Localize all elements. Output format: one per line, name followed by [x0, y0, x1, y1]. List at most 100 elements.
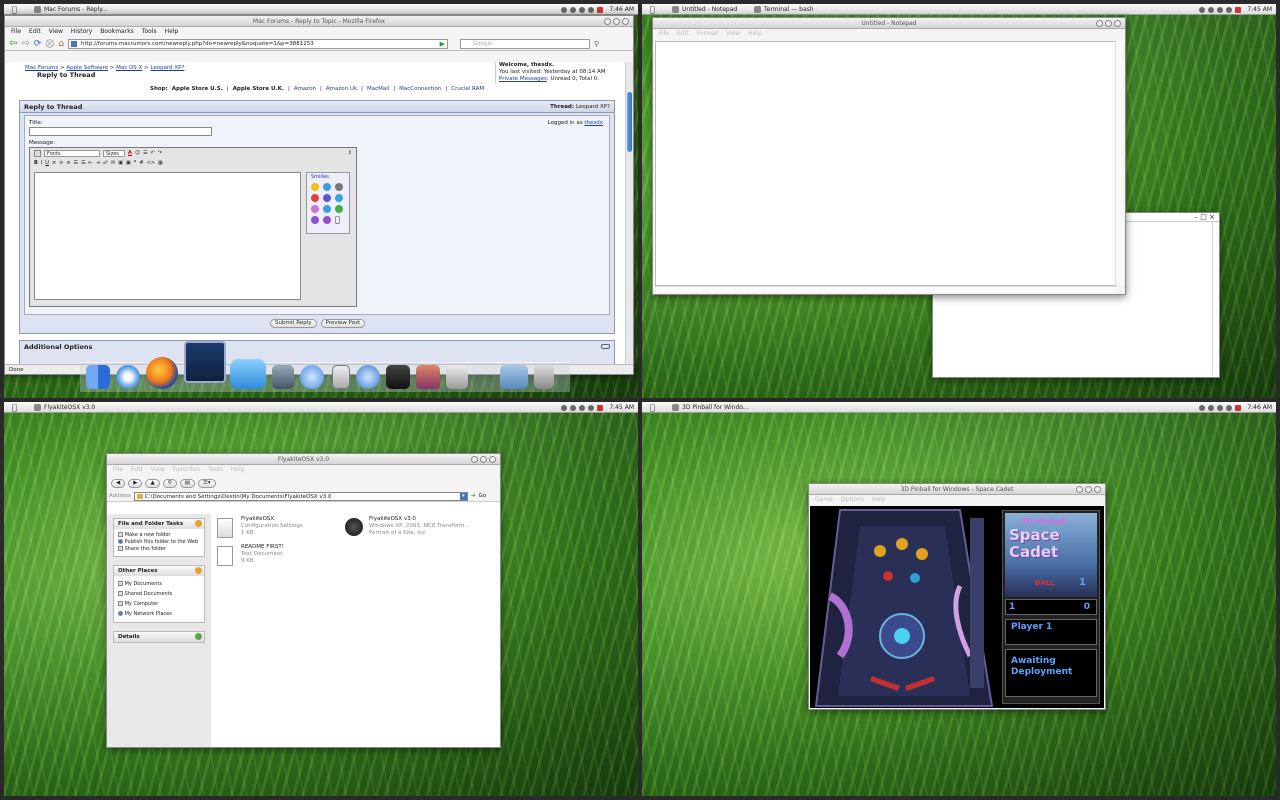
- smiley-icon[interactable]: [335, 205, 343, 213]
- notepad-titlebar[interactable]: Untitled - Notepad: [653, 18, 1125, 29]
- logged-in-user[interactable]: thesdx: [584, 120, 603, 126]
- views-button[interactable]: ☰▾: [197, 478, 216, 488]
- align-center-icon[interactable]: ≡: [59, 160, 63, 166]
- collapse-icon[interactable]: [601, 344, 610, 349]
- private-messages-link[interactable]: Private Messages: [499, 76, 547, 82]
- menu-game[interactable]: Game: [815, 495, 833, 505]
- shop-link-apple-uk[interactable]: Apple Store U.K.: [233, 86, 284, 92]
- minimize-button[interactable]: [471, 456, 478, 463]
- update-icon[interactable]: [570, 404, 577, 411]
- maximize-button[interactable]: □: [1200, 213, 1207, 221]
- close-button[interactable]: [1094, 486, 1101, 493]
- places-panel-header[interactable]: Other Places: [114, 566, 204, 576]
- network-icon[interactable]: [561, 404, 568, 411]
- menu-file[interactable]: File: [659, 29, 669, 39]
- alert-icon[interactable]: [597, 6, 604, 13]
- system-preferences-icon[interactable]: [446, 365, 468, 389]
- shop-link-amazon-uk[interactable]: Amazon Uk: [326, 86, 357, 92]
- pinball-game-area[interactable]: 3D Pinball Space Cadet BALL 1 1 0 Player…: [810, 506, 1104, 708]
- forward-button[interactable]: ▶: [128, 478, 143, 488]
- menu-view[interactable]: View: [151, 465, 165, 475]
- fonts-select[interactable]: Fonts: [44, 149, 100, 157]
- vertical-scrollbar[interactable]: [1115, 41, 1123, 286]
- close-button[interactable]: [489, 456, 496, 463]
- pinball-table[interactable]: [810, 506, 1000, 708]
- insert-icon[interactable]: ☰: [143, 150, 147, 156]
- explorer-titlebar[interactable]: FlyakiteOSX v3.0: [107, 454, 500, 465]
- scrollbar-thumb[interactable]: [627, 92, 632, 152]
- smiley-icon[interactable]: [311, 194, 319, 202]
- resize-icon[interactable]: ↕: [348, 150, 352, 156]
- task-publish-folder[interactable]: Publish this folder to the Web: [118, 539, 200, 546]
- place-my-documents[interactable]: My Documents: [118, 579, 200, 589]
- place-my-computer[interactable]: My Computer: [118, 599, 200, 609]
- breadcrumb-leopard-xp[interactable]: Leopard XP?: [150, 65, 184, 71]
- shop-link-macmall[interactable]: MacMall: [367, 86, 389, 92]
- quote-icon[interactable]: ❞: [134, 160, 137, 166]
- collapse-icon[interactable]: [195, 567, 202, 574]
- align-left-icon[interactable]: ≡: [52, 160, 56, 166]
- volume-icon[interactable]: [1217, 404, 1224, 411]
- volume-icon[interactable]: [579, 6, 586, 13]
- minimize-button[interactable]: –: [1195, 213, 1199, 221]
- redo-icon[interactable]: ↷: [158, 150, 162, 156]
- smiley-icon[interactable]: [323, 183, 331, 191]
- task-share-folder[interactable]: Share this folder: [118, 546, 200, 553]
- battery-icon[interactable]: [588, 404, 595, 411]
- smiley-menu-icon[interactable]: ☺: [135, 150, 140, 156]
- stop-icon[interactable]: ⨂: [45, 39, 54, 49]
- folders-button[interactable]: ▤: [179, 478, 195, 488]
- horizontal-scrollbar[interactable]: [655, 286, 1117, 292]
- network-icon[interactable]: [561, 6, 568, 13]
- smiley-icon[interactable]: [323, 216, 331, 224]
- taskbar-item-explorer[interactable]: FlyakiteOSX v3.0: [34, 403, 95, 412]
- imovie-icon[interactable]: [386, 365, 410, 389]
- menu-help[interactable]: Help: [872, 495, 886, 505]
- address-dropdown-icon[interactable]: ▾: [459, 492, 467, 500]
- finder-icon[interactable]: [86, 365, 110, 389]
- ichat-icon[interactable]: [300, 365, 324, 389]
- address-input[interactable]: C:\Documents and Settings\Destin\My Docu…: [133, 491, 468, 501]
- safari-icon[interactable]: [116, 365, 140, 389]
- go-arrow-icon[interactable]: ➜: [471, 493, 476, 499]
- apple-icon[interactable]: : [650, 5, 655, 14]
- place-my-network[interactable]: My Network Places: [118, 609, 200, 619]
- iphoto-icon[interactable]: [416, 365, 440, 389]
- smiley-icon[interactable]: [311, 183, 319, 191]
- tasks-panel-header[interactable]: File and Folder Tasks: [114, 519, 204, 529]
- format-icon[interactable]: [34, 149, 41, 157]
- menu-help[interactable]: Help: [165, 27, 179, 37]
- page-scrollbar[interactable]: [625, 62, 633, 364]
- volume-icon[interactable]: [579, 404, 586, 411]
- menu-help[interactable]: Help: [231, 465, 245, 475]
- image-icon[interactable]: ▣: [118, 160, 123, 166]
- place-shared-documents[interactable]: Shared Documents: [118, 589, 200, 599]
- back-button[interactable]: ◀: [111, 478, 126, 488]
- up-button[interactable]: ▲: [145, 478, 160, 488]
- italic-icon[interactable]: I: [41, 160, 42, 166]
- menu-help[interactable]: Help: [748, 29, 762, 39]
- reload-icon[interactable]: ⟳: [34, 39, 42, 49]
- apple-icon[interactable]: : [12, 5, 17, 14]
- terminal-scrollbar[interactable]: [1212, 222, 1219, 377]
- sizes-select[interactable]: Sizes: [103, 149, 125, 157]
- shop-link-amazon[interactable]: Amazon: [294, 86, 316, 92]
- itunes-icon[interactable]: [356, 365, 380, 389]
- alert-icon[interactable]: [1235, 404, 1242, 411]
- battery-icon[interactable]: [1226, 6, 1233, 13]
- alert-icon[interactable]: [1235, 6, 1242, 13]
- go-button[interactable]: Go: [479, 493, 487, 499]
- submit-reply-button[interactable]: Submit Reply: [270, 319, 317, 328]
- menu-favorites[interactable]: Favorites: [173, 465, 200, 475]
- file-item[interactable]: README FIRST! Text Document 9 KB: [217, 544, 341, 570]
- smiley-icon[interactable]: [311, 216, 319, 224]
- apple-smiley-icon[interactable]: : [335, 216, 343, 224]
- taskbar-item-pinball[interactable]: 3D Pinball for Windo...: [672, 403, 749, 412]
- pinball-titlebar[interactable]: 3D Pinball for Windows - Space Cadet: [809, 484, 1105, 495]
- maximize-button[interactable]: [613, 18, 620, 25]
- spaces-icon[interactable]: [184, 341, 226, 383]
- back-icon[interactable]: ⇦: [9, 38, 17, 49]
- forward-icon[interactable]: ⇨: [21, 38, 29, 49]
- minimize-button[interactable]: [1096, 20, 1103, 27]
- close-button[interactable]: ×: [1209, 213, 1215, 221]
